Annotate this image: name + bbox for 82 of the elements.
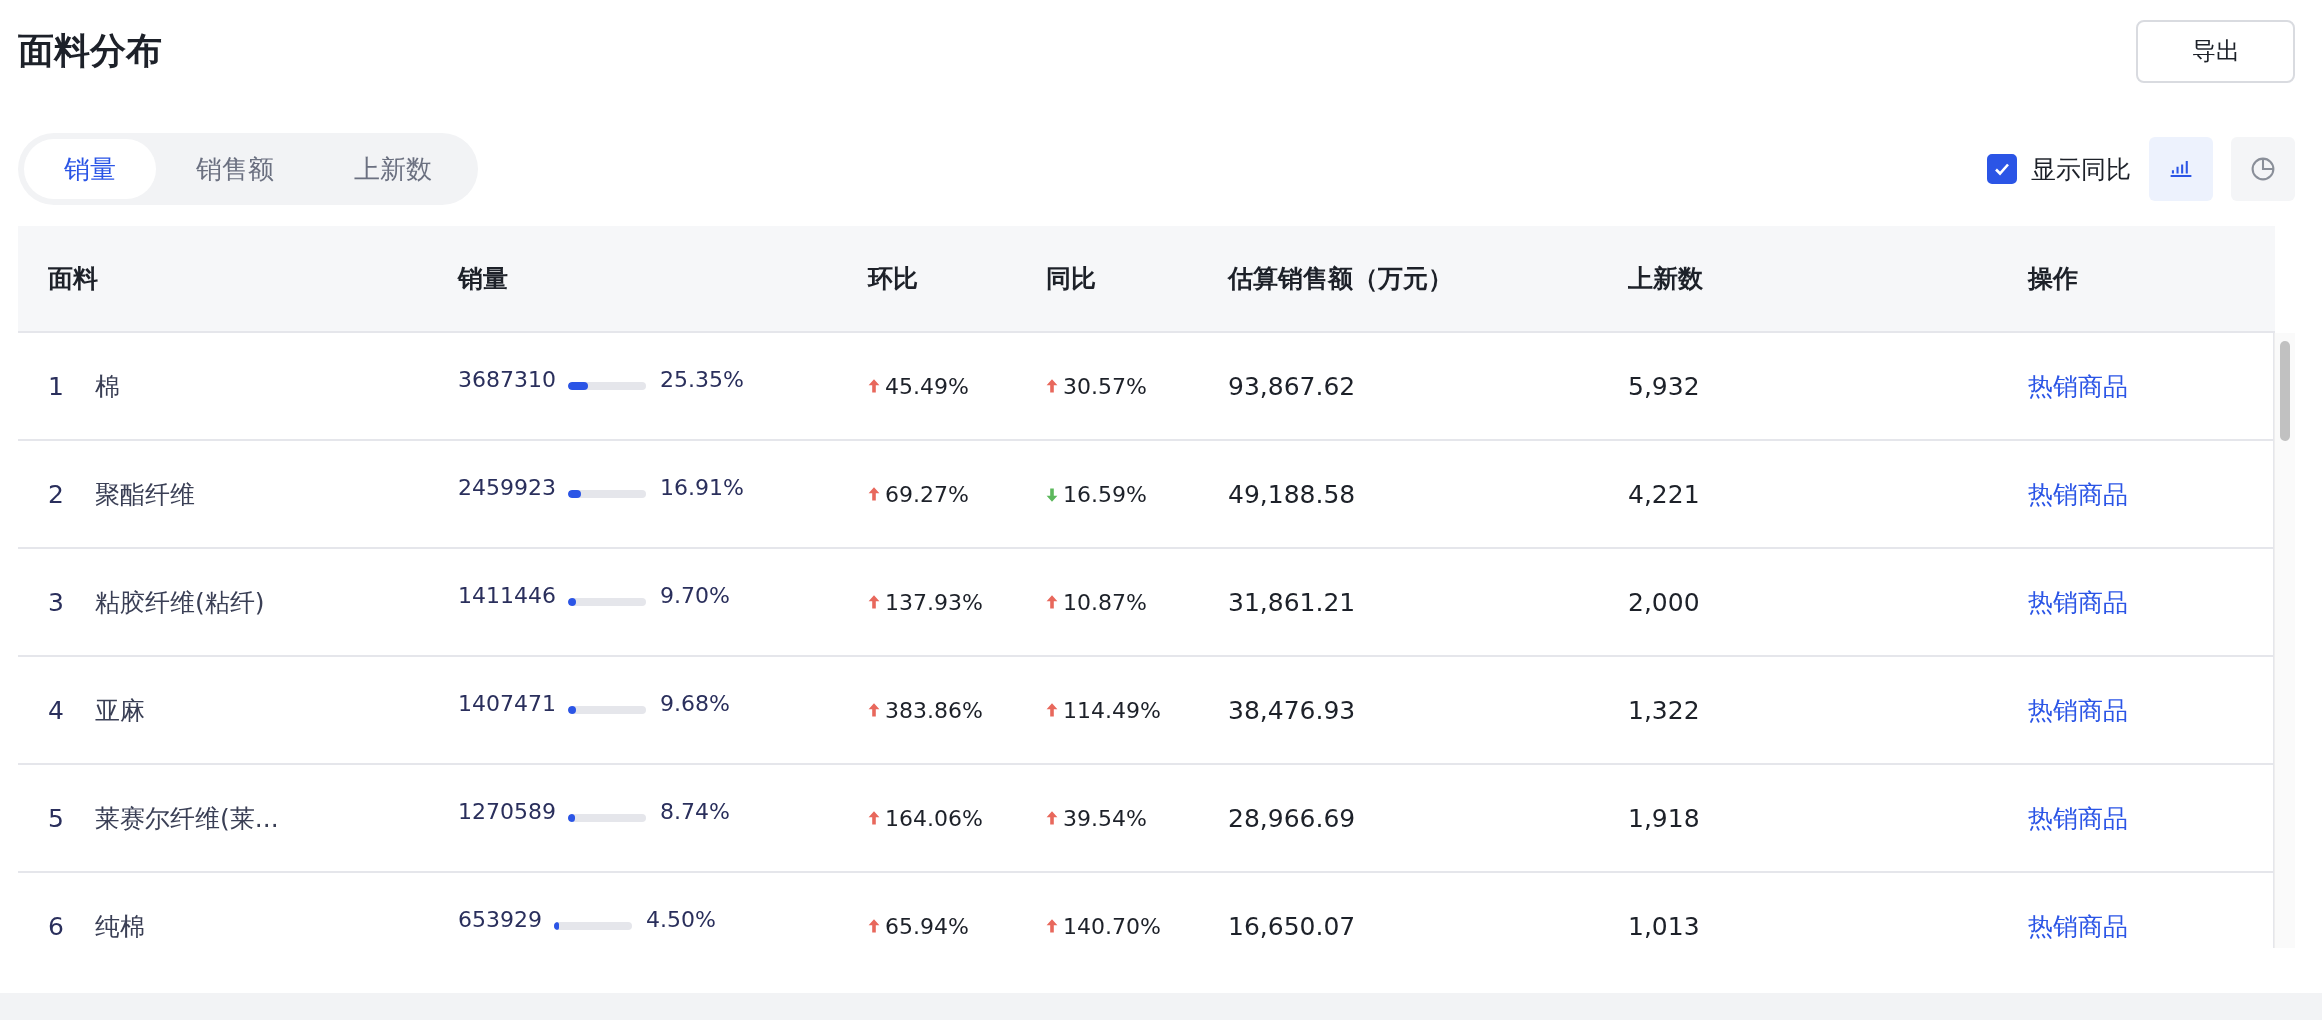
checkbox[interactable] <box>1987 154 2017 184</box>
percent-change: 69.27% <box>885 481 969 507</box>
percent-change: 65.94% <box>885 913 969 939</box>
percent-change: 39.54% <box>1063 805 1147 831</box>
percent-change: 164.06% <box>885 805 983 831</box>
sales-value: 1270589 <box>458 798 556 824</box>
sales-value: 2459923 <box>458 474 556 500</box>
fabric-name: 聚酯纤维 <box>95 478 195 511</box>
checkbox-label: 显示同比 <box>2031 153 2131 186</box>
table-cell: 1,918 <box>1628 803 1700 833</box>
trend-up-icon <box>1046 701 1058 719</box>
fabric-name: 亚麻 <box>95 694 145 727</box>
percent-change: 137.93% <box>885 589 983 615</box>
hot-products-link[interactable]: 热销商品 <box>2028 909 2128 943</box>
tab[interactable]: 上新数 <box>314 139 472 199</box>
table-cell: 1,322 <box>1628 695 1700 725</box>
scrollbar[interactable] <box>2274 333 2295 948</box>
hot-products-link[interactable]: 热销商品 <box>2028 585 2128 619</box>
table-cell: 31,861.21 <box>1228 587 1356 617</box>
share-percent: 25.35% <box>660 366 744 392</box>
table-cell: 5,932 <box>1628 371 1700 401</box>
table-cell: 49,188.58 <box>1228 479 1356 509</box>
tab[interactable]: 销售额 <box>156 139 314 199</box>
rank-number: 5 <box>48 803 65 833</box>
rank-number: 4 <box>48 695 65 725</box>
export-button[interactable]: 导出 <box>2136 19 2295 83</box>
table-cell: 2,000 <box>1628 587 1700 617</box>
rank-number: 1 <box>48 371 65 401</box>
fabric-name: 纯棉 <box>95 910 145 943</box>
column-header: 面料 <box>48 263 98 295</box>
trend-up-icon <box>868 377 880 395</box>
trend-up-icon <box>868 701 880 719</box>
view-toggle-button[interactable] <box>2149 137 2213 201</box>
fabric-name: 莱赛尔纤维(莱... <box>95 802 279 835</box>
table-cell: 93,867.62 <box>1228 371 1356 401</box>
column-header: 环比 <box>868 263 918 295</box>
fabric-name: 棉 <box>95 370 120 403</box>
percent-change: 30.57% <box>1063 373 1147 399</box>
hot-products-link[interactable]: 热销商品 <box>2028 477 2128 511</box>
hot-products-link[interactable]: 热销商品 <box>2028 693 2128 727</box>
percent-change: 10.87% <box>1063 589 1147 615</box>
share-percent: 8.74% <box>660 798 730 824</box>
view-toggle-button[interactable] <box>2231 137 2295 201</box>
rank-number: 6 <box>48 911 65 941</box>
fabric-name: 粘胶纤维(粘纤) <box>95 586 265 619</box>
share-percent: 16.91% <box>660 474 744 500</box>
share-percent: 9.68% <box>660 690 730 716</box>
trend-up-icon <box>868 593 880 611</box>
hot-products-link[interactable]: 热销商品 <box>2028 369 2128 403</box>
table-cell: 4,221 <box>1628 479 1700 509</box>
sales-value: 1407471 <box>458 690 556 716</box>
trend-up-icon <box>868 917 880 935</box>
trend-up-icon <box>1046 809 1058 827</box>
section-title: 面料分布 <box>18 28 162 73</box>
trend-up-icon <box>1046 377 1058 395</box>
column-header: 操作 <box>2028 263 2078 295</box>
trend-up-icon <box>1046 917 1058 935</box>
sales-value: 3687310 <box>458 366 556 392</box>
tab[interactable]: 销量 <box>24 139 156 199</box>
table-cell: 28,966.69 <box>1228 803 1356 833</box>
column-header: 销量 <box>458 263 508 295</box>
hot-products-link[interactable]: 热销商品 <box>2028 801 2128 835</box>
percent-change: 140.70% <box>1063 913 1161 939</box>
sales-value: 1411446 <box>458 582 556 608</box>
trend-up-icon <box>1046 593 1058 611</box>
rank-number: 3 <box>48 587 65 617</box>
percent-change: 383.86% <box>885 697 983 723</box>
percent-change: 114.49% <box>1063 697 1161 723</box>
table-cell: 16,650.07 <box>1228 911 1356 941</box>
percent-change: 16.59% <box>1063 481 1147 507</box>
table-cell: 1,013 <box>1628 911 1700 941</box>
column-header: 同比 <box>1046 263 1096 295</box>
trend-up-icon <box>868 485 880 503</box>
column-header: 上新数 <box>1628 263 1703 295</box>
sales-value: 653929 <box>458 906 542 932</box>
table-cell: 38,476.93 <box>1228 695 1356 725</box>
trend-up-icon <box>868 809 880 827</box>
percent-change: 45.49% <box>885 373 969 399</box>
rank-number: 2 <box>48 479 65 509</box>
share-percent: 4.50% <box>646 906 716 932</box>
share-percent: 9.70% <box>660 582 730 608</box>
column-header: 估算销售额（万元） <box>1228 263 1453 295</box>
